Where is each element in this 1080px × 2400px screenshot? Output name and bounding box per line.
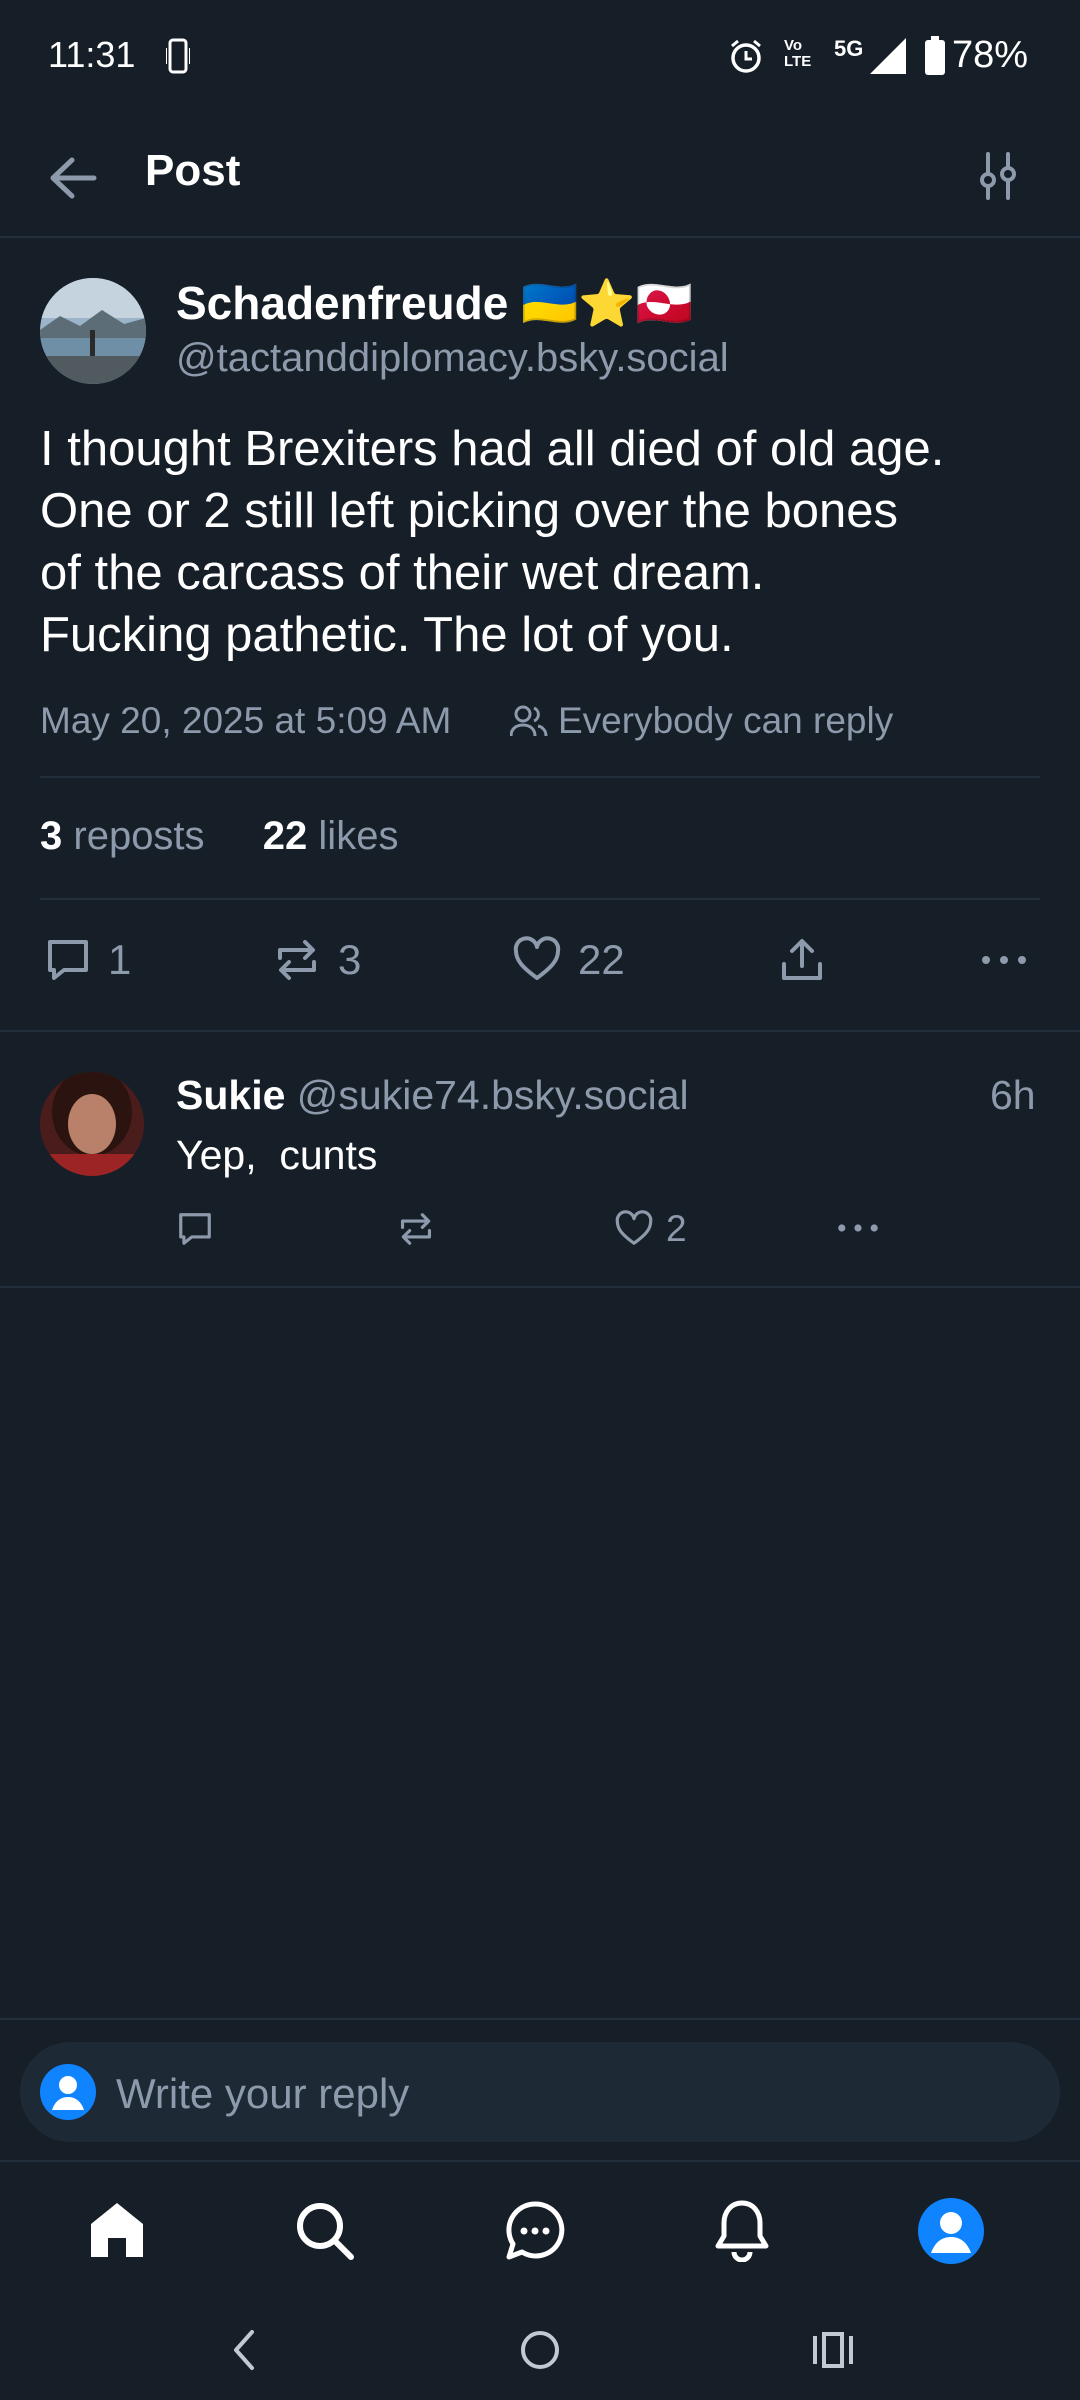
bottom-nav bbox=[0, 2160, 1080, 2300]
compose-placeholder: Write your reply bbox=[116, 2070, 410, 2117]
battery-percent: 78% bbox=[952, 34, 1029, 76]
heart-icon bbox=[513, 936, 561, 980]
reply-like-count: 2 bbox=[666, 1208, 687, 1249]
home-icon[interactable] bbox=[88, 2200, 146, 2260]
search-icon[interactable] bbox=[294, 2200, 356, 2262]
page-title: Post bbox=[145, 146, 241, 195]
reply-button[interactable]: 1 bbox=[44, 936, 131, 984]
reply-item[interactable] bbox=[0, 1032, 1080, 1286]
reply-like-button[interactable]: 2 bbox=[614, 1208, 687, 1250]
reply-avatar[interactable] bbox=[40, 1072, 144, 1176]
reply-setting[interactable]: Everybody can reply bbox=[558, 700, 893, 742]
like-button[interactable]: 22 bbox=[512, 936, 625, 984]
like-count: 22 bbox=[578, 936, 625, 983]
signal-icon bbox=[868, 36, 908, 76]
alarm-icon bbox=[728, 38, 764, 74]
post-text: I thought Brexiters had all died of old … bbox=[40, 422, 945, 662]
post-timestamp: May 20, 2025 at 5:09 AM bbox=[40, 700, 452, 741]
reply-more-button[interactable] bbox=[836, 1219, 880, 1237]
vibrate-icon bbox=[166, 38, 190, 74]
more-icon bbox=[838, 1224, 878, 1232]
reply-author-name: Sukie bbox=[176, 1072, 286, 1118]
battery-icon bbox=[924, 36, 946, 76]
comment-icon bbox=[48, 940, 88, 980]
notifications-bell-icon[interactable] bbox=[712, 2198, 772, 2262]
system-nav-bar bbox=[0, 2300, 1080, 2400]
reply-author[interactable]: Sukie @sukie74.bsky.social bbox=[176, 1072, 689, 1119]
repost-icon bbox=[278, 940, 316, 980]
chat-icon[interactable] bbox=[504, 2200, 566, 2262]
divider bbox=[0, 2018, 1080, 2020]
status-time: 11:31 bbox=[48, 34, 136, 75]
reply-author-handle: @sukie74.bsky.social bbox=[296, 1072, 689, 1118]
more-icon bbox=[982, 956, 1026, 964]
volte-label: Vo LTE bbox=[784, 37, 812, 70]
reply-repost-button[interactable] bbox=[396, 1210, 436, 1248]
repost-icon bbox=[400, 1213, 432, 1245]
reply-compose-input[interactable]: Write your reply bbox=[20, 2042, 1060, 2142]
more-options-button[interactable] bbox=[980, 950, 1028, 970]
repost-count: 3 bbox=[338, 936, 362, 983]
share-button[interactable] bbox=[778, 936, 826, 984]
author-handle[interactable]: @tactanddiplomacy.bsky.social bbox=[176, 336, 729, 381]
author-avatar[interactable] bbox=[40, 278, 146, 384]
reply-time: 6h bbox=[990, 1072, 1036, 1118]
post-stats: 3 reposts 22 likes bbox=[40, 814, 398, 859]
likes-stat[interactable]: 22 likes bbox=[263, 814, 399, 858]
share-icon bbox=[782, 939, 822, 980]
system-back-icon[interactable] bbox=[230, 2328, 258, 2372]
reposts-stat[interactable]: 3 reposts bbox=[40, 814, 205, 858]
repost-button[interactable]: 3 bbox=[272, 936, 361, 984]
divider bbox=[40, 776, 1040, 778]
reply-text: Yep, cunts bbox=[176, 1132, 378, 1178]
network-label: 5G bbox=[834, 36, 864, 61]
author-name[interactable]: Schadenfreude 🇺🇦⭐🇬🇱 bbox=[176, 276, 693, 331]
user-avatar-icon bbox=[40, 2064, 96, 2120]
divider bbox=[40, 898, 1040, 900]
reply-reply-button[interactable] bbox=[176, 1210, 214, 1248]
thread-settings-icon[interactable] bbox=[976, 152, 1020, 200]
profile-avatar-icon[interactable] bbox=[918, 2198, 984, 2264]
people-icon bbox=[510, 704, 548, 738]
heart-icon bbox=[615, 1210, 653, 1245]
reply-count: 1 bbox=[108, 936, 132, 983]
divider bbox=[0, 1286, 1080, 1288]
header: Post bbox=[0, 118, 1080, 238]
system-home-icon[interactable] bbox=[520, 2330, 560, 2370]
back-arrow-icon[interactable] bbox=[48, 156, 98, 200]
status-bar: 11:31 Vo LTE 5G 78% bbox=[0, 0, 1080, 118]
comment-icon bbox=[179, 1213, 211, 1245]
system-recents-icon[interactable] bbox=[812, 2330, 854, 2370]
